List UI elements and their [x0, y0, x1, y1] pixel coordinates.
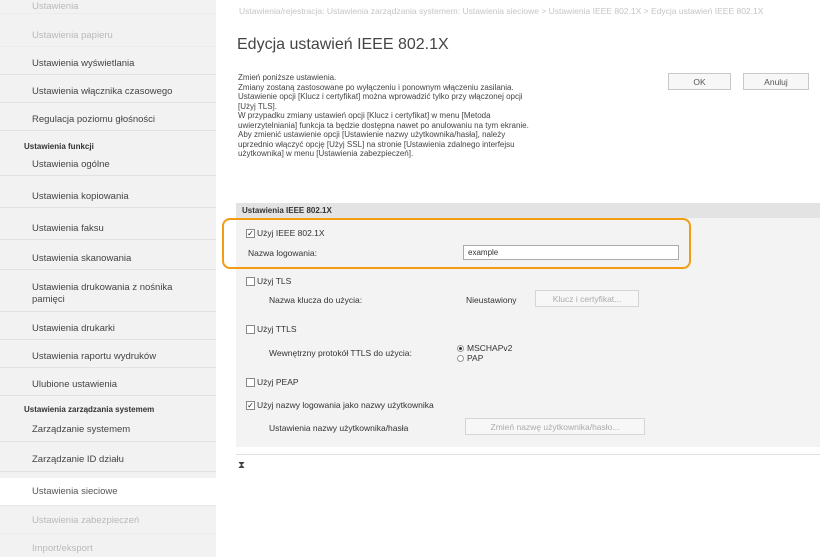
- sidebar-item-label: Zarządzanie ID działu: [32, 453, 124, 465]
- ttls-protocol-label: Wewnętrzny protokół TTLS do użycia:: [269, 348, 412, 358]
- sidebar-item-media-print[interactable]: Ustawienia drukowania z nośnika pamięci: [0, 276, 216, 312]
- use-tls-checkbox[interactable]: [246, 277, 255, 286]
- sidebar-item-label: Ustawienia raportu wydruków: [32, 350, 157, 362]
- key-name-label: Nazwa klucza do użycia:: [269, 295, 363, 305]
- description-line: Aby zmienić ustawienie opcji [Ustawienie…: [238, 130, 506, 139]
- sidebar-item-report[interactable]: Ustawienia raportu wydruków: [0, 346, 216, 368]
- pap-radio[interactable]: [457, 355, 464, 362]
- sidebar-item-favorites[interactable]: Ulubione ustawienia: [0, 374, 216, 396]
- sidebar-item-copy[interactable]: Ustawienia kopiowania: [0, 186, 216, 208]
- use-login-as-user-label: Użyj nazwy logowania jako nazwy użytkown…: [257, 400, 434, 410]
- description-line: uprzednio włączyć opcję [Użyj SSL] na st…: [238, 139, 515, 149]
- sidebar-item-label: Ustawienia drukowania z nośnika pamięci: [32, 281, 173, 305]
- description: Zmień poniższe ustawienia. Zmiany zostan…: [238, 73, 638, 159]
- pap-label: PAP: [467, 353, 484, 363]
- sidebar-item-import-export[interactable]: Import/eksport: [0, 540, 216, 557]
- page-title: Edycja ustawień IEEE 802.1X: [237, 36, 449, 53]
- change-user-pass-button[interactable]: Zmień nazwę użytkownika/hasło...: [465, 418, 645, 435]
- sidebar-item-network[interactable]: Ustawienia sieciowe: [0, 478, 216, 506]
- key-status: Nieustawiony: [466, 295, 517, 305]
- sidebar-item-fax[interactable]: Ustawienia faksu: [0, 218, 216, 240]
- use-peap-checkbox[interactable]: [246, 378, 255, 387]
- mschapv2-radio[interactable]: [457, 345, 464, 352]
- sidebar-item-label: Ustawienia zabezpieczeń: [32, 514, 140, 526]
- back-to-top-icon[interactable]: ⧗: [238, 460, 245, 471]
- main-content: Ustawienia/rejestracja: Ustawienia zarzą…: [216, 0, 825, 557]
- description-line: [Użyj TLS].: [238, 101, 277, 111]
- sidebar-item-label: Ustawienia ogólne: [32, 158, 110, 170]
- divider: [236, 454, 820, 455]
- sidebar-item-label: Ustawienia faksu: [32, 222, 104, 234]
- sidebar-item-general[interactable]: Ustawienia ogólne: [0, 154, 216, 176]
- sidebar-item-label: Ustawienia włącznika czasowego: [32, 85, 173, 97]
- sidebar-item-system-management[interactable]: Zarządzanie systemem: [0, 418, 216, 442]
- sidebar-item-label: Regulacja poziomu głośności: [32, 113, 156, 125]
- login-name-label: Nazwa logowania:: [248, 248, 317, 258]
- sidebar-item-timer[interactable]: Ustawienia włącznika czasowego: [0, 81, 216, 103]
- cancel-button[interactable]: Anuluj: [743, 73, 809, 90]
- ok-button[interactable]: OK: [668, 73, 731, 90]
- sidebar-item-volume[interactable]: Regulacja poziomu głośności: [0, 109, 216, 131]
- sidebar-item-label: Import/eksport: [32, 542, 93, 554]
- ieee-settings-panel: Ustawienia IEEE 802.1X ✓ Użyj IEEE 802.1…: [236, 203, 820, 447]
- use-ttls-label: Użyj TTLS: [257, 324, 297, 334]
- description-line: Ustawienie opcji [Klucz i certyfikat] mo…: [238, 92, 523, 101]
- sidebar-item-label: Ustawienia sieciowe: [32, 485, 118, 497]
- sidebar-item-dept-id[interactable]: Zarządzanie ID działu: [0, 448, 216, 472]
- sidebar-item-label: Ustawienia papieru: [32, 29, 113, 41]
- description-line: uwierzytelniania] funkcja ta będzie dost…: [238, 120, 529, 130]
- sidebar-item-security[interactable]: Ustawienia zabezpieczeń: [0, 508, 216, 534]
- sidebar: Ustawienia Ustawienia papieru Ustawienia…: [0, 0, 216, 557]
- mschapv2-label: MSCHAPv2: [467, 343, 513, 353]
- use-tls-label: Użyj TLS: [257, 276, 292, 286]
- sidebar-item-display[interactable]: Ustawienia wyświetlania: [0, 53, 216, 75]
- sidebar-item-paper[interactable]: Ustawienia papieru: [0, 25, 216, 47]
- description-line: użytkownika] w menu [Ustawienia zabezpie…: [238, 149, 414, 158]
- use-ttls-checkbox[interactable]: [246, 325, 255, 334]
- sidebar-item-label: Zarządzanie systemem: [32, 423, 131, 435]
- sidebar-item-settings[interactable]: Ustawienia: [0, 0, 216, 14]
- sidebar-item-scan[interactable]: Ustawienia skanowania: [0, 248, 216, 270]
- key-cert-button[interactable]: Klucz i certyfikat...: [535, 290, 639, 307]
- description-line: W przypadku zmiany ustawień opcji [Klucz…: [238, 111, 491, 120]
- sidebar-item-label: Ustawienia kopiowania: [32, 190, 129, 202]
- use-ieee-label: Użyj IEEE 802.1X: [257, 228, 325, 238]
- use-peap-label: Użyj PEAP: [257, 377, 299, 387]
- login-name-input[interactable]: [463, 245, 679, 260]
- panel-header: Ustawienia IEEE 802.1X: [236, 203, 820, 218]
- sidebar-item-label: Ustawienia: [32, 0, 79, 12]
- sidebar-item-printer[interactable]: Ustawienia drukarki: [0, 318, 216, 340]
- sidebar-item-label: Ustawienia drukarki: [32, 322, 115, 334]
- use-ieee-checkbox[interactable]: ✓: [246, 229, 255, 238]
- sidebar-item-label: Ustawienia skanowania: [32, 252, 132, 264]
- user-pass-label: Ustawienia nazwy użytkownika/hasła: [269, 423, 409, 433]
- description-line: Zmiany zostaną zastosowane po wyłączeniu…: [238, 82, 514, 92]
- breadcrumb[interactable]: Ustawienia/rejestracja: Ustawienia zarzą…: [239, 6, 799, 16]
- sidebar-section-management: Ustawienia zarządzania systemem: [24, 405, 155, 414]
- sidebar-item-label: Ustawienia wyświetlania: [32, 57, 135, 69]
- use-login-as-user-checkbox[interactable]: ✓: [246, 401, 255, 410]
- sidebar-section-functions: Ustawienia funkcji: [24, 142, 94, 151]
- sidebar-item-label: Ulubione ustawienia: [32, 378, 118, 390]
- description-line: Zmień poniższe ustawienia.: [238, 73, 337, 82]
